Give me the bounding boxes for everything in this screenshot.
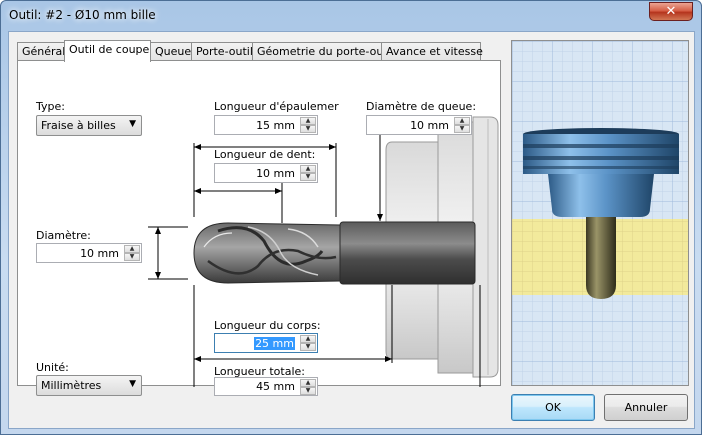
tab-cutting-tool[interactable]: Outil de coupe: [64, 40, 151, 62]
increment-arrow-icon[interactable]: ▲: [124, 245, 140, 253]
type-select[interactable]: Fraise à billes ▼: [36, 115, 142, 136]
type-label: Type:: [36, 100, 65, 113]
window-title: Outil: #2 - Ø10 mm bille: [9, 8, 156, 22]
increment-arrow-icon[interactable]: ▲: [300, 335, 316, 343]
diameter-label: Diamètre:: [36, 229, 91, 242]
shoulder-length-label: Longueur d'épaulemer: [214, 100, 339, 113]
dialog-window: Outil: #2 - Ø10 mm bille ✕ Général Outil…: [0, 0, 702, 435]
chevron-down-icon: ▼: [129, 119, 136, 129]
unit-label: Unité:: [36, 361, 69, 374]
cancel-button[interactable]: Annuler: [604, 394, 688, 421]
tab-feed-speed[interactable]: Avance et vitesse: [381, 42, 483, 61]
increment-arrow-icon[interactable]: ▲: [300, 117, 316, 125]
preview-canvas: [512, 41, 688, 385]
increment-arrow-icon[interactable]: ▲: [300, 165, 316, 173]
decrement-arrow-icon[interactable]: ▼: [300, 173, 316, 181]
ok-button[interactable]: OK: [511, 394, 595, 421]
tab-holder[interactable]: Porte-outil: [191, 42, 253, 61]
shank-diameter-stepper[interactable]: 10 mm ▲ ▼: [366, 115, 472, 135]
shank-drawing: [339, 221, 476, 285]
tab-shank[interactable]: Queue: [150, 42, 192, 61]
diameter-stepper[interactable]: 10 mm ▲ ▼: [36, 243, 142, 263]
cutting-tool-panel: Type: Fraise à billes ▼ Longueur d'épaul…: [17, 60, 501, 396]
flute-length-label: Longueur de dent:: [214, 148, 316, 161]
close-icon: ✕: [665, 4, 677, 19]
tool-3d: [586, 217, 616, 299]
tab-holder-geometry[interactable]: Géometrie du porte-outil: [252, 42, 394, 61]
increment-arrow-icon[interactable]: ▲: [300, 379, 316, 387]
shank-diameter-label: Diamètre de queue:: [366, 100, 477, 113]
decrement-arrow-icon[interactable]: ▼: [300, 125, 316, 133]
tab-general[interactable]: Général: [17, 42, 65, 61]
decrement-arrow-icon[interactable]: ▼: [300, 343, 316, 351]
close-button[interactable]: ✕: [649, 2, 693, 21]
body-length-label: Longueur du corps:: [214, 319, 321, 332]
body-length-stepper[interactable]: 25 mm ▲ ▼: [214, 333, 318, 353]
decrement-arrow-icon[interactable]: ▼: [300, 387, 316, 395]
dialog-client: Général Outil de coupe Queue Porte-outil…: [8, 31, 695, 429]
title-bar: Outil: #2 - Ø10 mm bille ✕: [1, 1, 701, 31]
decrement-arrow-icon[interactable]: ▼: [124, 253, 140, 261]
flute-drawing: [193, 222, 341, 284]
unit-select[interactable]: Millimètres ▼: [36, 375, 142, 396]
overall-length-stepper[interactable]: 45 mm ▲ ▼: [214, 377, 318, 396]
shoulder-length-stepper[interactable]: 15 mm ▲ ▼: [214, 115, 318, 135]
flute-length-stepper[interactable]: 10 mm ▲ ▼: [214, 163, 318, 183]
tool-preview: [511, 40, 689, 386]
decrement-arrow-icon[interactable]: ▼: [454, 125, 470, 133]
chevron-down-icon: ▼: [129, 379, 136, 389]
increment-arrow-icon[interactable]: ▲: [454, 117, 470, 125]
